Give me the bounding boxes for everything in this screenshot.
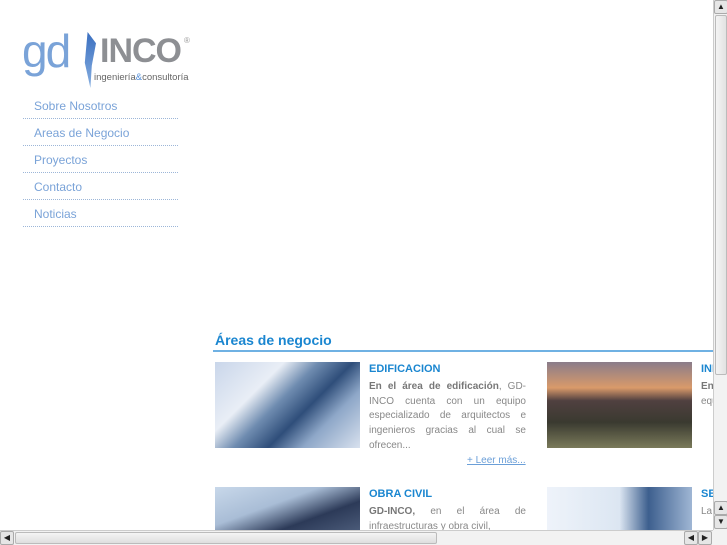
vertical-scrollbar[interactable]: ▲ ▲ ▼: [713, 0, 727, 530]
scroll-up-arrow-icon[interactable]: ▲: [714, 501, 727, 515]
leer-mas-link[interactable]: + Leer más...: [467, 455, 526, 466]
nav-noticias[interactable]: Noticias: [23, 200, 178, 227]
tagline-a: ingeniería: [94, 72, 136, 83]
horizontal-scroll-thumb[interactable]: [15, 532, 437, 544]
card-title-edificacion[interactable]: EDIFICACION: [369, 363, 441, 375]
card-text-bold: En: [701, 381, 713, 392]
main-nav: Sobre Nosotros Areas de Negocio Proyecto…: [23, 92, 178, 227]
section-divider: [213, 350, 713, 352]
card-title-industria[interactable]: INDUSTRIA: [701, 363, 713, 375]
nav-contacto[interactable]: Contacto: [23, 173, 178, 200]
page-viewport: gd INCO ® ingeniería&consultoría Sobre N…: [0, 0, 713, 530]
vertical-scroll-thumb[interactable]: [715, 15, 727, 375]
section-title: Áreas de negocio: [215, 332, 332, 348]
nav-sobre-nosotros[interactable]: Sobre Nosotros: [23, 92, 178, 119]
scroll-right-arrow-icon[interactable]: ▶: [698, 531, 712, 545]
scroll-left-arrow-icon[interactable]: ◀: [0, 531, 14, 545]
gdinco-logo[interactable]: gd INCO ® ingeniería&consultoría: [22, 25, 192, 90]
logo-reg: ®: [184, 36, 190, 45]
nav-areas-de-negocio[interactable]: Areas de Negocio: [23, 119, 178, 146]
card-text-industria: En GD-INCO cuenta con un equipo para par…: [701, 380, 713, 409]
scroll-left-arrow-icon[interactable]: ◀: [684, 531, 698, 545]
card-title-servicios[interactable]: SERVICIOS: [701, 488, 713, 500]
card-title-obra-civil[interactable]: OBRA CIVIL: [369, 488, 432, 500]
card-text-obra-civil: GD-INCO, en el área de infraestructuras …: [369, 505, 526, 530]
card-text-body: La es: [701, 506, 713, 517]
horizontal-scrollbar[interactable]: ◀ ◀ ▶: [0, 530, 713, 545]
scroll-down-arrow-icon[interactable]: ▼: [714, 515, 727, 529]
servicios-image[interactable]: [547, 487, 692, 530]
logo-tagline: ingeniería&consultoría: [94, 72, 189, 83]
card-text-bold: GD-INCO,: [369, 506, 416, 517]
nav-proyectos[interactable]: Proyectos: [23, 146, 178, 173]
tagline-b: consultoría: [142, 72, 189, 83]
card-text-bold: En el área de edificación: [369, 381, 499, 392]
obra-civil-image[interactable]: [215, 487, 360, 530]
logo-gd: gd: [22, 25, 71, 77]
industria-image[interactable]: [547, 362, 692, 448]
card-text-edificacion: En el área de edificación, GD-INCO cuent…: [369, 380, 526, 454]
edificacion-image[interactable]: [215, 362, 360, 448]
scroll-up-arrow-icon[interactable]: ▲: [714, 0, 727, 14]
card-text-servicios: La es: [701, 505, 713, 530]
scrollbar-corner: [713, 530, 727, 545]
logo-inco: INCO: [100, 32, 182, 70]
